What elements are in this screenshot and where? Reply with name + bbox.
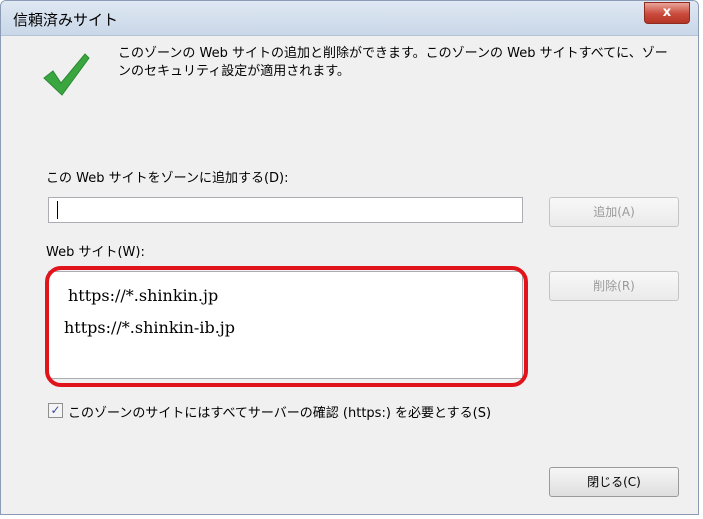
url-input[interactable] bbox=[48, 197, 523, 223]
checkmark-icon bbox=[43, 53, 90, 96]
close-dialog-button[interactable]: 閉じる(C) bbox=[549, 467, 679, 497]
remove-button[interactable]: 削除(R) bbox=[549, 271, 679, 301]
info-text: このゾーンの Web サイトの追加と削除ができます。このゾーンの Web サイト… bbox=[118, 46, 668, 79]
close-window-button[interactable]: x bbox=[644, 2, 690, 24]
close-icon: x bbox=[662, 5, 672, 20]
window-title: 信頼済みサイト bbox=[13, 11, 119, 29]
highlight-annotation bbox=[45, 266, 528, 387]
trusted-sites-dialog: 信頼済みサイト x このゾーンの Web サイトの追加と削除ができます。このゾー… bbox=[0, 0, 699, 515]
websites-label: Web サイト(W): bbox=[46, 245, 145, 260]
add-button[interactable]: 追加(A) bbox=[549, 197, 679, 227]
add-site-label: この Web サイトをゾーンに追加する(D): bbox=[46, 171, 289, 186]
https-checkbox-label[interactable]: このゾーンのサイトにはすべてサーバーの確認 (https:) を必要とする(S) bbox=[68, 402, 491, 421]
text-caret bbox=[57, 201, 58, 219]
https-checkbox[interactable]: ✓ bbox=[48, 403, 63, 418]
title-bar: 信頼済みサイト x bbox=[1, 1, 698, 36]
